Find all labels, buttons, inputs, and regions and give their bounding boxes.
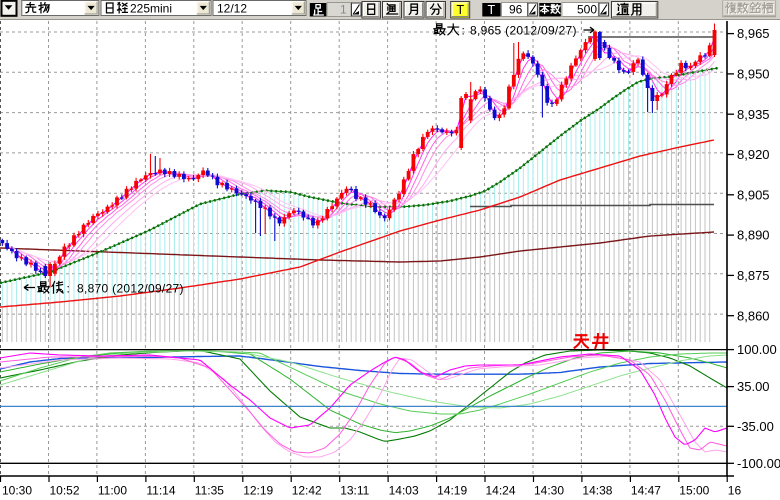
svg-text:10:30: 10:30 [2,484,32,498]
svg-text:12:19: 12:19 [243,484,273,498]
svg-text:14:47: 14:47 [631,484,661,498]
svg-text:8,935: 8,935 [737,107,770,122]
svg-text:10:52: 10:52 [50,484,80,498]
svg-text:11:35: 11:35 [195,484,224,498]
svg-text:12:42: 12:42 [292,484,322,498]
svg-text::: : [462,24,465,38]
svg-text:13:11: 13:11 [340,484,369,498]
svg-text:14:19: 14:19 [437,484,467,498]
svg-text:11:14: 11:14 [146,484,175,498]
svg-text:11:00: 11:00 [98,484,127,498]
svg-text:8,870 (2012/09/27): 8,870 (2012/09/27) [77,282,184,296]
svg-text:14:03: 14:03 [389,484,419,498]
svg-text:16: 16 [728,484,742,498]
svg-text:T: T [457,3,465,17]
svg-text:8,950: 8,950 [737,67,770,82]
svg-text:8,905: 8,905 [737,187,770,202]
svg-text:1: 1 [340,2,347,16]
svg-text::: : [67,282,70,296]
svg-text:14:38: 14:38 [582,484,612,498]
svg-text:8,890: 8,890 [737,228,770,243]
svg-text:12/12: 12/12 [217,2,247,16]
svg-text:8,965 (2012/09/27): 8,965 (2012/09/27) [470,24,577,38]
svg-text:8,920: 8,920 [737,147,770,162]
svg-text:96: 96 [509,2,523,16]
svg-text:500: 500 [577,2,597,16]
svg-text:-35.00: -35.00 [737,419,774,434]
svg-text:8,875: 8,875 [737,268,770,283]
svg-text:8,860: 8,860 [737,308,770,323]
svg-text:100.00: 100.00 [737,342,777,357]
svg-text:35.00: 35.00 [737,379,770,394]
svg-text:8,965: 8,965 [737,26,770,41]
svg-text:-100.00: -100.00 [737,456,780,471]
svg-text:T: T [488,3,496,17]
svg-text:14:24: 14:24 [486,484,516,498]
svg-text:15:00: 15:00 [679,484,709,498]
svg-text:225mini: 225mini [130,2,172,16]
svg-text:14:30: 14:30 [534,484,564,498]
